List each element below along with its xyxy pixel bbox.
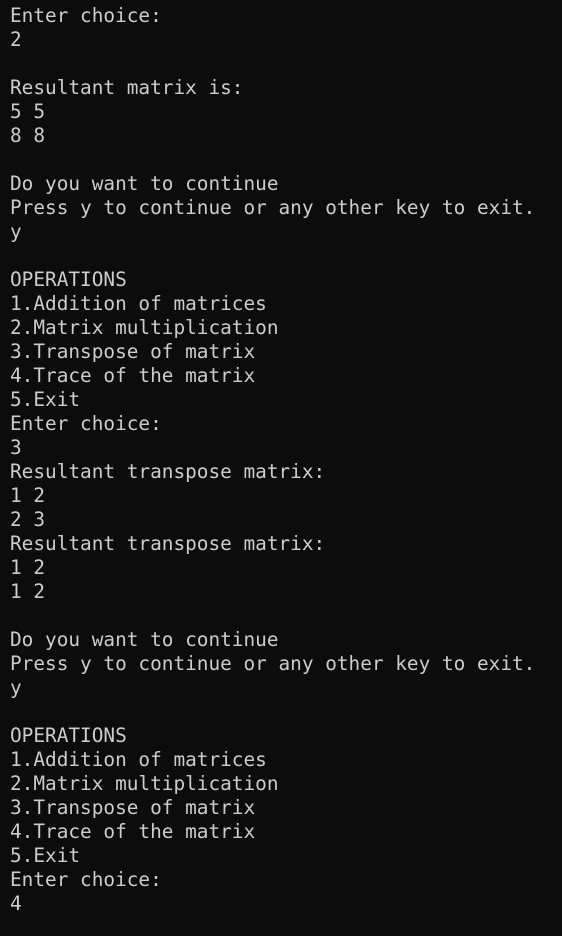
terminal-line: Enter choice: (10, 4, 162, 27)
terminal-output[interactable]: Enter choice: 2 Resultant matrix is: 5 5… (0, 0, 562, 936)
terminal-line: 3 (10, 436, 22, 459)
terminal-line: 1 2 (10, 580, 46, 603)
terminal-line: 5.Exit (10, 844, 81, 867)
terminal-line: Press y to continue or any other key to … (10, 196, 536, 219)
terminal-line: 4.Trace of the matrix (10, 820, 256, 843)
terminal-line: 1.Addition of matrices (10, 748, 267, 771)
terminal-line: 2 3 (10, 508, 46, 531)
terminal-line: Resultant transpose matrix: (10, 460, 326, 483)
terminal-line: y (10, 676, 22, 699)
terminal-line: Do you want to continue (10, 172, 279, 195)
terminal-line: 3.Transpose of matrix (10, 796, 256, 819)
terminal-line: Do you want to continue (10, 628, 279, 651)
terminal-line: y (10, 220, 22, 243)
terminal-line: Enter choice: (10, 868, 162, 891)
terminal-line: 1 2 (10, 556, 46, 579)
terminal-line: 1.Addition of matrices (10, 292, 267, 315)
terminal-line: 2 (10, 28, 22, 51)
terminal-line: Enter choice: (10, 412, 162, 435)
terminal-line: 4.Trace of the matrix (10, 364, 256, 387)
terminal-line: 8 8 (10, 124, 46, 147)
terminal-line: Press y to continue or any other key to … (10, 652, 536, 675)
terminal-line: Resultant matrix is: (10, 76, 244, 99)
terminal-line: 2.Matrix multiplication (10, 316, 279, 339)
terminal-line: 2.Matrix multiplication (10, 772, 279, 795)
terminal-line: OPERATIONS (10, 268, 127, 291)
terminal-line: 5 5 (10, 100, 46, 123)
terminal-line: 3.Transpose of matrix (10, 340, 256, 363)
terminal-input-line[interactable]: 4 (10, 892, 562, 916)
terminal-line: 1 2 (10, 484, 46, 507)
terminal-line: 5.Exit (10, 388, 81, 411)
terminal-line: Resultant transpose matrix: (10, 532, 326, 555)
terminal-line: OPERATIONS (10, 724, 127, 747)
